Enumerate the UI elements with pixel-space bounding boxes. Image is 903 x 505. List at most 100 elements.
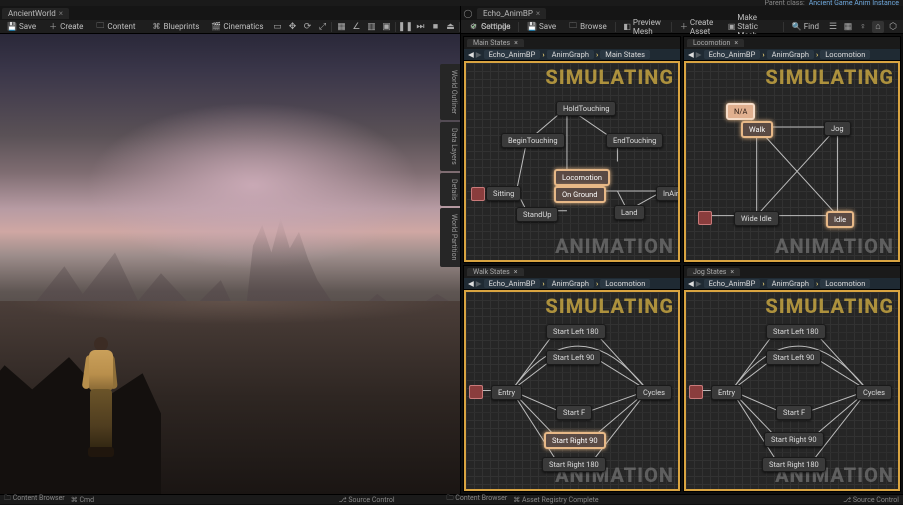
graph-canvas[interactable]: SIMULATING ANIMATION N/A Walk	[684, 61, 900, 262]
abp-save-button[interactable]: 💾 Save	[523, 21, 560, 33]
bc-asset[interactable]: Echo_AnimBP	[704, 50, 761, 59]
skip-icon[interactable]: ⏭	[414, 21, 426, 33]
mode-bp-icon[interactable]: ⌂	[872, 21, 884, 33]
create-button[interactable]: ＋ Create	[44, 21, 87, 33]
state-wide-idle[interactable]: Wide Idle	[734, 211, 779, 226]
save-button[interactable]: 💾 Save	[3, 21, 40, 33]
state-start-f[interactable]: Start F	[556, 405, 592, 420]
close-icon[interactable]: ×	[514, 39, 518, 47]
close-icon[interactable]: ×	[536, 9, 540, 18]
bc-asset[interactable]: Echo_AnimBP	[704, 279, 761, 288]
bc-page[interactable]: Locomotion	[820, 279, 870, 288]
cinematics-button[interactable]: 🎬 Cinematics	[207, 21, 267, 33]
find-button[interactable]: 🔍 Find	[788, 21, 823, 33]
rotate-icon[interactable]: ⟳	[301, 21, 313, 33]
state-entry[interactable]: Entry	[711, 385, 742, 400]
snap-grid-icon[interactable]: ▦	[335, 21, 347, 33]
state-inair[interactable]: InAir	[656, 186, 680, 201]
bc-graph[interactable]: AnimGraph	[547, 50, 594, 59]
state-begin-touching[interactable]: BeginTouching	[501, 133, 565, 148]
stop-node[interactable]: N/A	[726, 103, 755, 120]
state-start-right-90[interactable]: Start Right 90	[764, 432, 824, 447]
pause-icon[interactable]: ❚❚	[399, 21, 411, 33]
bc-graph[interactable]: AnimGraph	[767, 50, 814, 59]
entry-node[interactable]	[471, 187, 485, 201]
state-walk[interactable]: Walk	[741, 121, 773, 138]
level-viewport[interactable]: World Outliner Data Layers Details World…	[0, 34, 460, 494]
back-icon[interactable]: ◀	[688, 279, 694, 288]
graph-canvas[interactable]: SIMULATING ANIMATION	[684, 290, 900, 491]
back-icon[interactable]: ◀	[688, 50, 694, 59]
eject-icon[interactable]: ⏏	[444, 21, 456, 33]
mode-anim-icon[interactable]: ♀	[857, 21, 869, 33]
state-hold-touching[interactable]: HoldTouching	[556, 101, 616, 116]
side-tab-layers[interactable]: Data Layers	[440, 122, 460, 171]
blueprints-button[interactable]: ⌘ Blueprints	[148, 21, 204, 33]
mode-skeleton-icon[interactable]: ☰	[827, 21, 839, 33]
side-tab-details[interactable]: Details	[440, 173, 460, 206]
bc-asset[interactable]: Echo_AnimBP	[484, 50, 541, 59]
bc-graph[interactable]: AnimGraph	[767, 279, 814, 288]
bc-graph[interactable]: AnimGraph	[547, 279, 594, 288]
graph-tab[interactable]: Locomotion ×	[687, 39, 744, 47]
entry-node[interactable]	[689, 385, 703, 399]
close-icon[interactable]: ×	[734, 39, 738, 47]
side-tab-outliner[interactable]: World Outliner	[440, 64, 460, 120]
state-cycles[interactable]: Cycles	[856, 385, 892, 400]
bc-page[interactable]: Locomotion	[820, 50, 870, 59]
graph-tab[interactable]: Main States ×	[467, 39, 524, 47]
bc-page[interactable]: Main States	[600, 50, 650, 59]
fwd-icon[interactable]: ▶	[476, 50, 482, 59]
bc-page[interactable]: Locomotion	[600, 279, 650, 288]
translate-icon[interactable]: ✥	[286, 21, 298, 33]
state-land[interactable]: Land	[614, 205, 645, 220]
graph-canvas[interactable]: SIMULATING ANIMATION	[464, 290, 680, 491]
browse-button[interactable]: 🗀 Browse	[564, 21, 611, 33]
state-sitting[interactable]: Sitting	[486, 186, 521, 201]
state-on-ground[interactable]: On Ground	[554, 186, 606, 203]
state-idle[interactable]: Idle	[826, 211, 854, 228]
source-control[interactable]: ⎇ Source Control	[339, 496, 395, 504]
back-icon[interactable]: ◀	[468, 50, 474, 59]
state-start-right-180[interactable]: Start Right 180	[762, 457, 826, 472]
content-button[interactable]: 🗀 Content	[91, 21, 139, 33]
camera-speed-icon[interactable]: ▣	[380, 21, 392, 33]
mode-mesh-icon[interactable]: ▦	[842, 21, 854, 33]
close-icon[interactable]: ×	[59, 9, 63, 18]
close-icon[interactable]: ×	[514, 268, 518, 276]
bc-asset[interactable]: Echo_AnimBP	[484, 279, 541, 288]
fwd-icon[interactable]: ▶	[696, 50, 702, 59]
graph-canvas[interactable]: SIMULATING ANIMATION Sitting	[464, 61, 680, 262]
settings-button[interactable]: ⚙ Settings	[463, 20, 514, 34]
state-end-touching[interactable]: EndTouching	[606, 133, 663, 148]
state-start-left-180[interactable]: Start Left 180	[766, 324, 826, 339]
graph-tab[interactable]: Jog States ×	[687, 268, 740, 276]
fwd-icon[interactable]: ▶	[476, 279, 482, 288]
state-start-right-180[interactable]: Start Right 180	[542, 457, 606, 472]
drawer-scope[interactable]: ⌘ Asset Registry Complete	[513, 496, 598, 504]
stop-icon[interactable]: ■	[429, 21, 441, 33]
graph-tab[interactable]: Walk States ×	[467, 268, 524, 276]
drawer-content-browser-2[interactable]: 🗀 Content Browser	[447, 494, 508, 505]
fwd-icon[interactable]: ▶	[696, 279, 702, 288]
drawer-cmd[interactable]: ⌘ Cmd	[71, 496, 94, 504]
side-tab-partition[interactable]: World Partition	[440, 208, 460, 266]
select-mode-icon[interactable]: ▭	[271, 21, 283, 33]
level-tab[interactable]: AncientWorld ×	[2, 8, 69, 19]
state-entry[interactable]: Entry	[491, 385, 522, 400]
snap-scale-icon[interactable]: ▥	[365, 21, 377, 33]
entry-node[interactable]	[698, 211, 712, 225]
state-start-right-90[interactable]: Start Right 90	[544, 432, 606, 449]
state-start-left-180[interactable]: Start Left 180	[546, 324, 606, 339]
state-cycles[interactable]: Cycles	[636, 385, 672, 400]
source-control-2[interactable]: ⎇ Source Control	[843, 496, 899, 504]
state-jog[interactable]: Jog	[824, 121, 851, 136]
scale-icon[interactable]: ⤢	[316, 21, 328, 33]
drawer-content-browser[interactable]: 🗀 Content Browser	[4, 494, 65, 505]
state-start-f[interactable]: Start F	[776, 405, 812, 420]
state-start-left-90[interactable]: Start Left 90	[766, 350, 821, 365]
state-standup[interactable]: StandUp	[516, 207, 558, 222]
state-locomotion[interactable]: Locomotion	[554, 169, 610, 186]
entry-node[interactable]	[469, 385, 483, 399]
mode-physics-icon[interactable]: ⬡	[887, 21, 899, 33]
